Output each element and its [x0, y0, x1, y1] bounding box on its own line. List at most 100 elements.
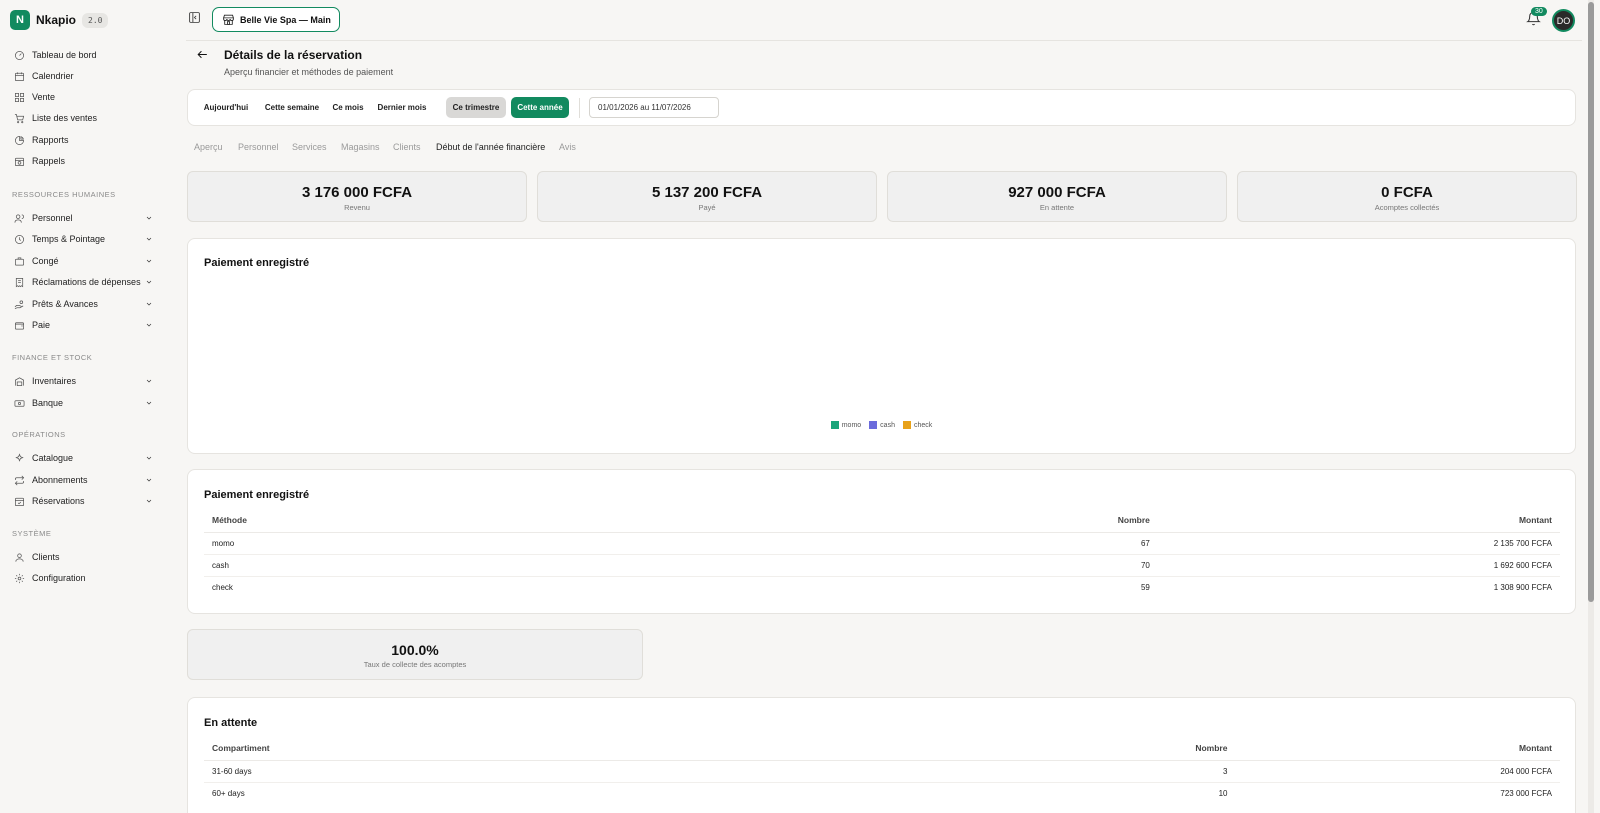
repeat-icon — [12, 473, 26, 487]
chevron-down-icon[interactable] — [144, 234, 154, 244]
sidebar-item-paie[interactable]: Paie — [12, 316, 154, 334]
legend-swatch — [902, 421, 911, 429]
sidebar-item-cong[interactable]: Congé — [12, 252, 154, 270]
date-range-input[interactable]: 01/01/2026 au 11/07/2026 — [589, 97, 719, 118]
cell-bucket: 60+ days — [212, 788, 245, 798]
sidebar-item-rapports[interactable]: Rapports — [12, 131, 154, 149]
sidebar-item-label: Prêts & Avances — [32, 299, 98, 309]
grid-icon — [12, 90, 26, 104]
sidebar-item-catalogue[interactable]: Catalogue — [12, 449, 154, 467]
cell-amount: 723 000 FCFA — [1500, 788, 1552, 798]
cell-count: 70 — [479, 554, 1158, 577]
table-row: 60+ days 10 723 000 FCFA — [204, 782, 1560, 804]
sidebar-section-title: FINANCE ET STOCK — [12, 353, 93, 362]
sidebar-item-inventaires[interactable]: Inventaires — [12, 372, 154, 390]
cell-count: 3 — [557, 760, 1236, 783]
sidebar-item-liste-des-ventes[interactable]: Liste des ventes — [12, 109, 154, 127]
filter-quarter-button[interactable]: Ce trimestre — [446, 97, 506, 118]
tab-fiscal-year[interactable]: Début de l'année financière — [436, 142, 545, 152]
chevron-down-icon[interactable] — [144, 277, 154, 287]
brand[interactable]: N Nkapio 2.0 — [10, 10, 109, 30]
user-icon — [12, 550, 26, 564]
sidebar-item-label: Liste des ventes — [32, 113, 98, 123]
table-title: En attente — [204, 717, 258, 729]
legend-label: check — [913, 421, 933, 429]
sidebar-toggle-icon[interactable] — [188, 11, 202, 25]
chevron-down-icon[interactable] — [144, 453, 154, 463]
collection-rate-label: Taux de collecte des acomptes — [363, 660, 467, 669]
scrollbar[interactable] — [1588, 0, 1594, 813]
chart-legend: momo cash check — [188, 421, 1575, 429]
payments-table-card: Paiement enregistré Méthode Nombre Monta… — [187, 469, 1576, 614]
collection-rate-card: 100.0% Taux de collecte des acomptes — [187, 629, 643, 680]
stat-card-paid: 5 137 200 FCFA Payé — [537, 171, 877, 222]
briefcase-icon — [12, 254, 26, 268]
sidebar-item-calendrier[interactable]: Calendrier — [12, 67, 154, 85]
filter-last-month-button[interactable]: Dernier mois — [372, 97, 432, 118]
sidebar-item-label: Configuration — [32, 573, 86, 583]
tab-magasins[interactable]: Magasins — [341, 142, 380, 152]
store-selector[interactable]: Belle Vie Spa — Main — [212, 7, 340, 32]
sidebar-item-r-servations[interactable]: Réservations — [12, 492, 154, 510]
sidebar-item-banque[interactable]: Banque — [12, 394, 154, 412]
clock-icon — [12, 232, 26, 246]
calendar-clock-icon — [12, 154, 26, 168]
stat-value: 5 137 200 FCFA — [651, 184, 763, 201]
chevron-down-icon[interactable] — [144, 213, 154, 223]
stat-value: 3 176 000 FCFA — [301, 184, 413, 201]
chevron-down-icon[interactable] — [144, 398, 154, 408]
filter-today-button[interactable]: Aujourd'hui — [196, 97, 256, 118]
warehouse-icon — [12, 374, 26, 388]
tab-services[interactable]: Services — [292, 142, 327, 152]
gear-icon — [12, 571, 26, 585]
cell-amount: 2 135 700 FCFA — [1157, 532, 1560, 555]
tab-avis[interactable]: Avis — [559, 142, 576, 152]
sidebar-section-title: OPÉRATIONS — [12, 430, 66, 439]
scrollbar-thumb[interactable] — [1588, 2, 1594, 602]
legend-item-check[interactable]: check — [902, 421, 933, 429]
chart-title: Paiement enregistré — [204, 257, 310, 269]
tab-apercu[interactable]: Aperçu — [194, 142, 223, 152]
back-arrow-icon[interactable] — [196, 48, 210, 62]
tab-clients[interactable]: Clients — [393, 142, 421, 152]
legend-item-cash[interactable]: cash — [869, 421, 895, 429]
sidebar-item-pr-ts-avances[interactable]: Prêts & Avances — [12, 295, 154, 313]
stat-card-pending: 927 000 FCFA En attente — [887, 171, 1227, 222]
filter-month-button[interactable]: Ce mois — [328, 97, 368, 118]
users-icon — [12, 211, 26, 225]
version-badge: 2.0 — [82, 12, 109, 28]
sidebar-section-title: RESSOURCES HUMAINES — [12, 190, 116, 199]
chevron-down-icon[interactable] — [144, 256, 154, 266]
chevron-down-icon[interactable] — [144, 496, 154, 506]
chevron-down-icon[interactable] — [144, 475, 154, 485]
sidebar-item-temps-pointage[interactable]: Temps & Pointage — [12, 230, 154, 248]
sidebar-section-title: SYSTÈME — [12, 529, 52, 538]
tab-personnel[interactable]: Personnel — [238, 142, 279, 152]
sidebar-item-r-clamations-de-d-penses[interactable]: Réclamations de dépenses — [12, 273, 154, 291]
sidebar-item-label: Inventaires — [32, 376, 77, 386]
stat-label: En attente — [1039, 203, 1075, 212]
column-header: Méthode — [204, 508, 480, 533]
sidebar-item-personnel[interactable]: Personnel — [12, 209, 154, 227]
chevron-down-icon[interactable] — [144, 299, 154, 309]
avatar[interactable]: DO — [1552, 9, 1575, 32]
sidebar-item-label: Abonnements — [32, 475, 88, 485]
sidebar-item-label: Rapports — [32, 135, 69, 145]
pending-table-card: En attente Compartiment Nombre Montant 3… — [187, 697, 1576, 813]
filter-week-button[interactable]: Cette semaine — [260, 97, 324, 118]
chevron-down-icon[interactable] — [144, 320, 154, 330]
table-row: 31-60 days 3 204 000 FCFA — [204, 760, 1560, 783]
banknote-icon — [12, 396, 26, 410]
sidebar-item-tableau-de-bord[interactable]: Tableau de bord — [12, 46, 154, 64]
filter-year-button[interactable]: Cette année — [511, 97, 569, 118]
sidebar-item-clients[interactable]: Clients — [12, 548, 154, 566]
sidebar-item-rappels[interactable]: Rappels — [12, 152, 154, 170]
sidebar-item-vente[interactable]: Vente — [12, 88, 154, 106]
legend-item-momo[interactable]: momo — [830, 421, 861, 429]
cell-amount: 1 308 900 FCFA — [1493, 582, 1552, 592]
sidebar-item-abonnements[interactable]: Abonnements — [12, 471, 154, 489]
legend-label: cash — [880, 421, 895, 429]
sidebar-item-label: Rappels — [32, 156, 66, 166]
sidebar-item-configuration[interactable]: Configuration — [12, 569, 154, 587]
chevron-down-icon[interactable] — [144, 376, 154, 386]
